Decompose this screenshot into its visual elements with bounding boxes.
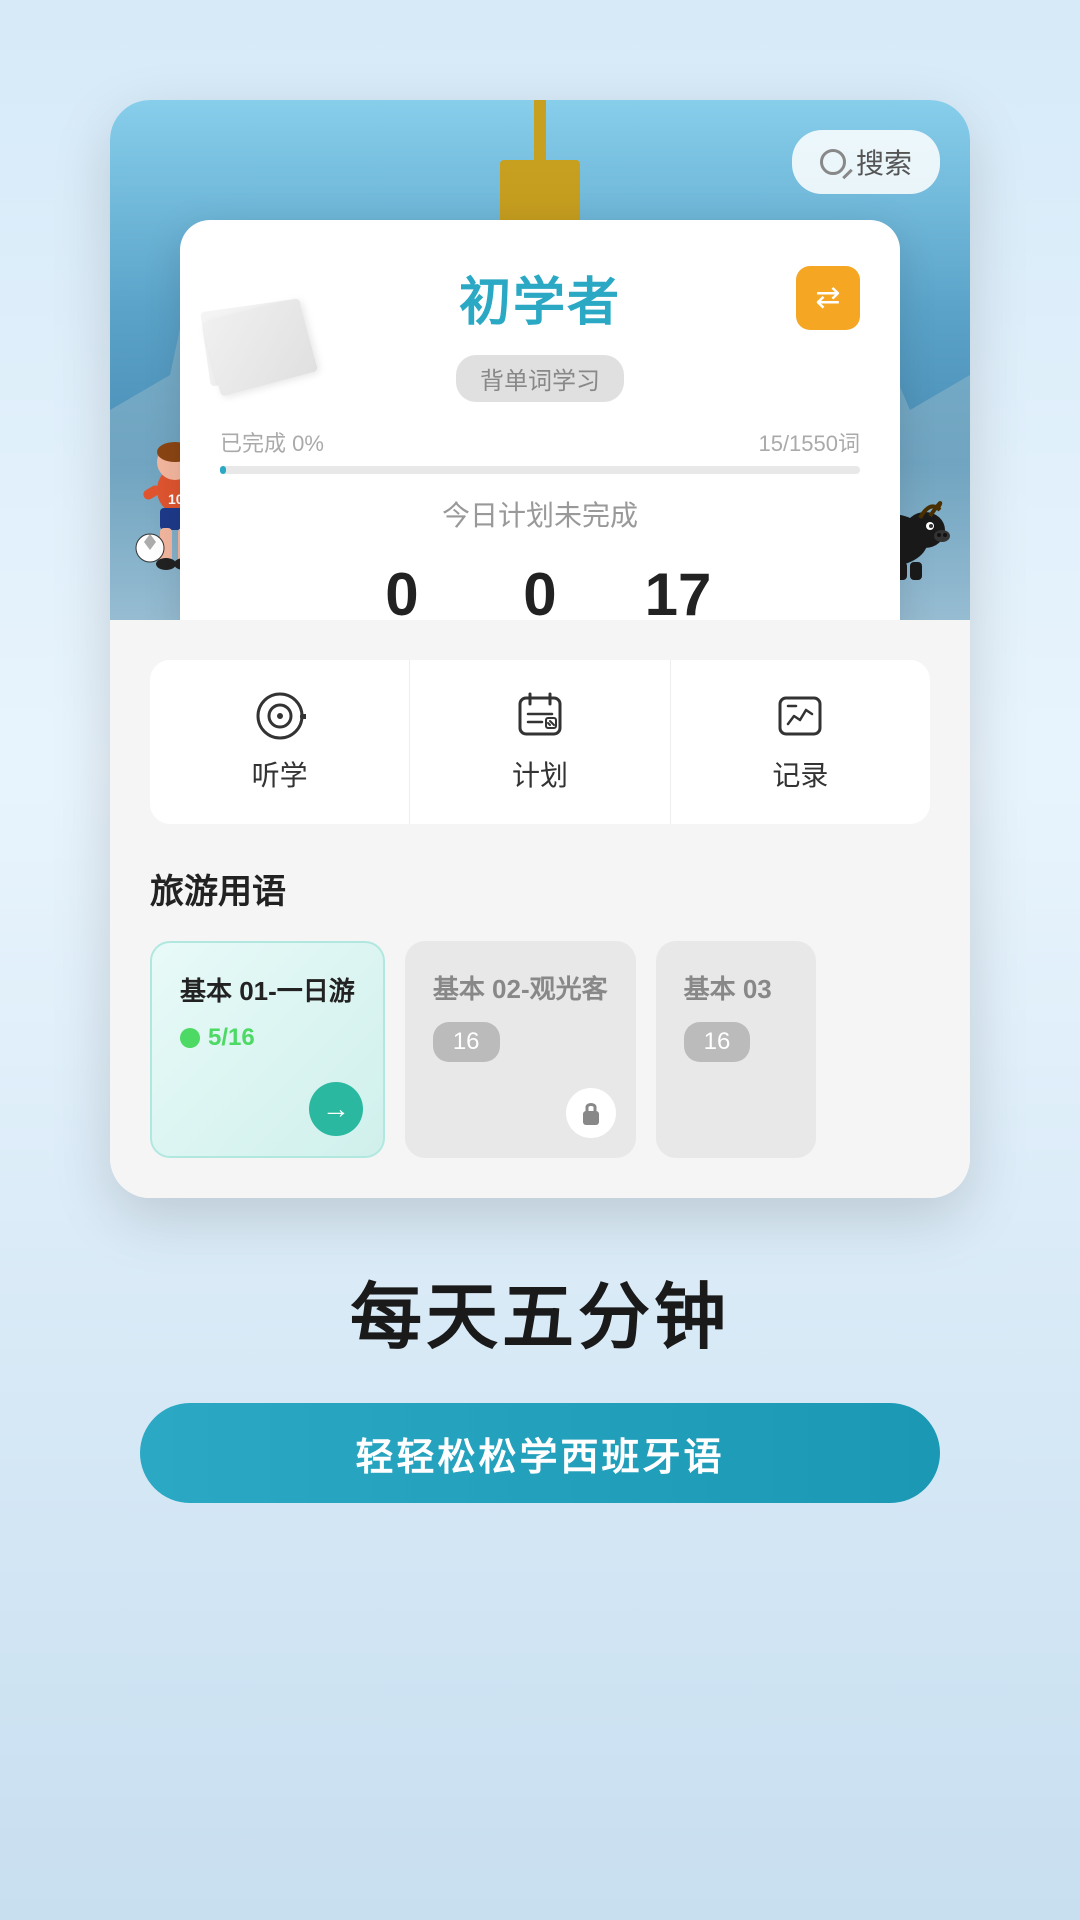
vocab-tag-label: 背单词学习 bbox=[456, 355, 624, 402]
lesson-card-2-lock bbox=[566, 1088, 616, 1138]
section-title: 旅游用语 bbox=[150, 864, 930, 913]
lesson-card-2[interactable]: 基本 02-观光客 16 bbox=[405, 941, 636, 1158]
lesson-card-1-progress: 5/16 bbox=[180, 1024, 355, 1052]
search-button[interactable]: 搜索 bbox=[792, 130, 940, 194]
cta-button[interactable]: 轻轻松松学西班牙语 bbox=[140, 1403, 940, 1503]
listen-icon-item[interactable]: 听学 bbox=[150, 660, 410, 824]
plan-icon bbox=[514, 690, 566, 742]
swap-button[interactable]: ⇄ bbox=[796, 266, 860, 330]
card-header: 初学者 ⇄ bbox=[220, 260, 860, 335]
progress-labels: 已完成 0% 15/1550词 bbox=[220, 426, 860, 458]
stat-pending-number: 17 bbox=[639, 562, 717, 620]
lesson-card-3-count: 16 bbox=[684, 1022, 751, 1062]
lesson-card-2-count: 16 bbox=[433, 1022, 500, 1062]
phone-bottom: 听学 计划 bbox=[110, 620, 970, 1198]
plan-icon-item[interactable]: 计划 bbox=[410, 660, 670, 824]
record-icon bbox=[774, 690, 826, 742]
stat-learned: 0 已学习 bbox=[363, 562, 441, 620]
progress-bar-fill bbox=[220, 466, 226, 474]
lesson-card-1-arrow[interactable]: → bbox=[309, 1082, 363, 1136]
listen-icon bbox=[254, 690, 306, 742]
listen-label: 听学 bbox=[252, 754, 308, 794]
stat-learned-number: 0 bbox=[363, 562, 441, 620]
stat-review-number: 0 bbox=[501, 562, 579, 620]
progress-dot bbox=[180, 1028, 200, 1048]
lesson-card-1-title: 基本 01-一日游 bbox=[180, 971, 355, 1008]
plan-label: 计划 bbox=[512, 754, 568, 794]
lesson-card-2-title: 基本 02-观光客 bbox=[433, 969, 608, 1006]
lesson-card-3[interactable]: 基本 03 16 bbox=[656, 941, 816, 1158]
plan-status: 今日计划未完成 bbox=[220, 494, 860, 534]
phone-card: 10 bbox=[110, 100, 970, 1198]
progress-total-label: 15/1550词 bbox=[758, 426, 860, 458]
progress-bar-background bbox=[220, 466, 860, 474]
search-label: 搜索 bbox=[856, 142, 912, 182]
lesson-card-1-progress-text: 5/16 bbox=[208, 1024, 255, 1052]
stats-row: 0 已学习 0 待复习 17 待学习 bbox=[220, 562, 860, 620]
progress-section: 已完成 0% 15/1550词 bbox=[220, 426, 860, 474]
record-label: 记录 bbox=[772, 754, 828, 794]
stat-review: 0 待复习 bbox=[501, 562, 579, 620]
main-headline: 每天五分钟 bbox=[350, 1258, 730, 1363]
stat-pending: 17 待学习 bbox=[639, 562, 717, 620]
main-card: 初学者 ⇄ 背单词学习 已完成 0% 15/1550词 今日计划未完成 0 bbox=[180, 220, 900, 620]
lesson-card-3-title: 基本 03 bbox=[684, 969, 788, 1006]
lesson-cards-row: 基本 01-一日游 5/16 → 基本 02-观光客 16 bbox=[150, 941, 930, 1158]
hero-section: 10 bbox=[110, 100, 970, 620]
icon-row: 听学 计划 bbox=[150, 660, 930, 824]
record-icon-item[interactable]: 记录 bbox=[671, 660, 930, 824]
bottom-section: 每天五分钟 轻轻松松学西班牙语 bbox=[60, 1198, 1020, 1583]
lesson-card-1[interactable]: 基本 01-一日游 5/16 → bbox=[150, 941, 385, 1158]
progress-completed-label: 已完成 0% bbox=[220, 426, 324, 458]
card-title: 初学者 bbox=[459, 260, 621, 335]
search-icon bbox=[820, 149, 846, 175]
